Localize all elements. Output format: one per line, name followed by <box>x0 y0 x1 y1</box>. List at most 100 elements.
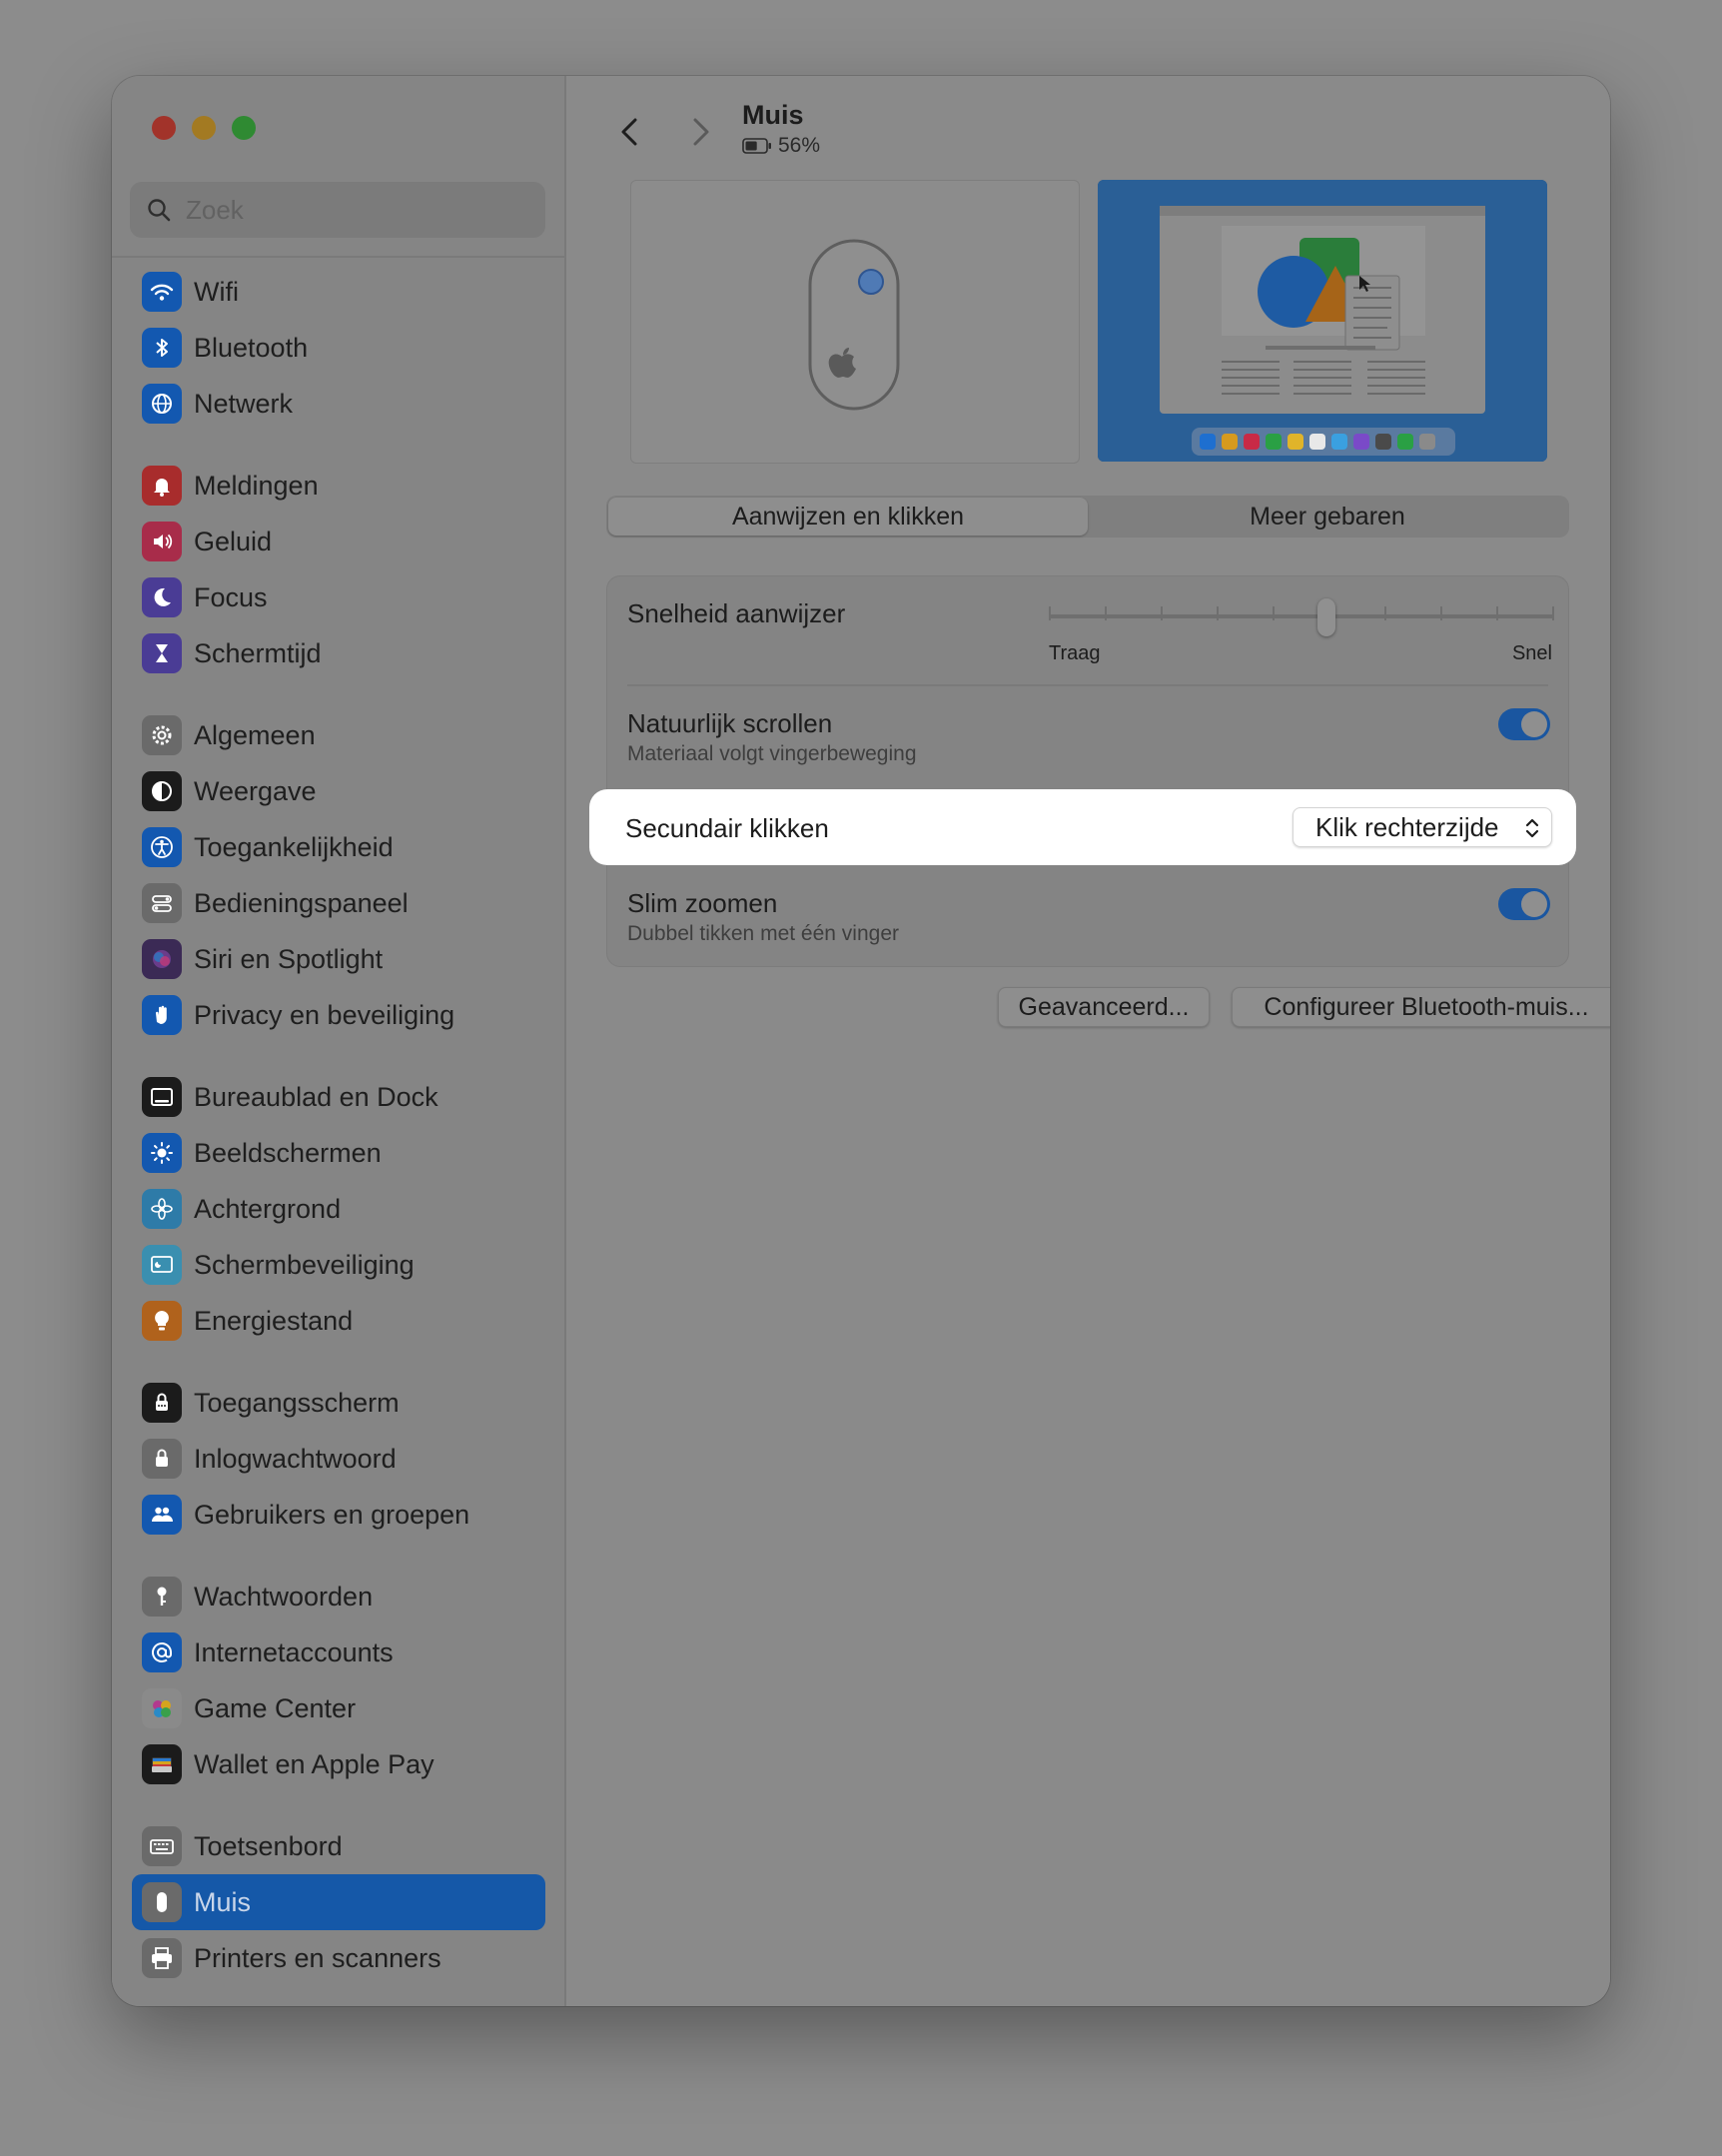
globe-icon <box>142 384 182 424</box>
sidebar-item-wallet-en-apple-pay[interactable]: Wallet en Apple Pay <box>132 1736 545 1792</box>
gesture-preview <box>1098 180 1547 462</box>
sidebar-item-wifi[interactable]: Wifi <box>132 264 545 320</box>
forward-chevron-icon[interactable] <box>680 112 720 152</box>
sidebar-item-label: Geluid <box>194 526 273 556</box>
sidebar-item-bureaublad-en-dock[interactable]: Bureaublad en Dock <box>132 1069 545 1125</box>
sidebar-item-algemeen[interactable]: Algemeen <box>132 707 545 763</box>
sidebar-item-label: Weergave <box>194 775 317 806</box>
sidebar-item-focus[interactable]: Focus <box>132 569 545 625</box>
lightbulb-icon <box>142 1301 182 1341</box>
pointer-speed-slider[interactable] <box>1317 598 1336 636</box>
sidebar-section-gap <box>132 1543 545 1569</box>
sidebar-item-printers-en-scanners[interactable]: Printers en scanners <box>132 1930 545 1986</box>
sidebar-item-wachtwoorden[interactable]: Wachtwoorden <box>132 1569 545 1624</box>
sidebar-item-energiestand[interactable]: Energiestand <box>132 1293 545 1349</box>
sidebar-item-muis[interactable]: Muis <box>132 1874 545 1930</box>
sidebar-item-bluetooth[interactable]: Bluetooth <box>132 320 545 376</box>
sidebar-item-bedieningspaneel[interactable]: Bedieningspaneel <box>132 875 545 931</box>
sidebar-item-toegangsscherm[interactable]: Toegangsscherm <box>132 1375 545 1431</box>
sidebar-item-label: Schermbeveiliging <box>194 1249 415 1280</box>
sidebar-item-label: Bureaublad en Dock <box>194 1081 438 1112</box>
game-center-icon <box>142 1688 182 1728</box>
smart-zoom-toggle[interactable] <box>1498 888 1550 920</box>
close-button[interactable] <box>152 116 176 140</box>
battery-percentage: 56% <box>778 134 821 157</box>
lock-icon <box>142 1439 182 1479</box>
sidebar-item-schermbeveiliging[interactable]: Schermbeveiliging <box>132 1237 545 1293</box>
bluetooth-icon <box>142 328 182 368</box>
tab-more-gestures[interactable]: Meer gebaren <box>1088 498 1567 536</box>
sidebar-item-label: Bedieningspaneel <box>194 887 409 918</box>
sidebar-item-gebruikers-en-groepen[interactable]: Gebruikers en groepen <box>132 1487 545 1543</box>
slider-max-label: Snel <box>1511 642 1552 664</box>
control-center-icon <box>142 883 182 923</box>
advanced-button[interactable]: Geavanceerd... <box>998 987 1210 1027</box>
search-divider <box>112 256 564 258</box>
slider-min-label: Traag <box>1049 642 1101 664</box>
sidebar-item-weergave[interactable]: Weergave <box>132 763 545 819</box>
sidebar-item-game-center[interactable]: Game Center <box>132 1680 545 1736</box>
wifi-icon <box>142 272 182 312</box>
sidebar-section-gap <box>132 681 545 707</box>
sidebar-item-label: Toegankelijkheid <box>194 831 394 862</box>
sidebar-item-internetaccounts[interactable]: Internetaccounts <box>132 1624 545 1680</box>
sidebar-item-toegankelijkheid[interactable]: Toegankelijkheid <box>132 819 545 875</box>
sidebar-item-beeldschermen[interactable]: Beeldschermen <box>132 1125 545 1181</box>
sidebar-item-label: Focus <box>194 581 268 612</box>
tab-point-and-click[interactable]: Aanwijzen en klikken <box>608 498 1088 536</box>
row-divider <box>627 684 1548 686</box>
sidebar-item-netwerk[interactable]: Netwerk <box>132 376 545 432</box>
sidebar-item-privacy-en-beveiliging[interactable]: Privacy en beveiliging <box>132 987 545 1043</box>
sidebar-item-meldingen[interactable]: Meldingen <box>132 458 545 514</box>
slider-tick <box>1049 606 1051 620</box>
search-field[interactable] <box>130 182 545 238</box>
sidebar-item-label: Wifi <box>194 276 239 307</box>
sun-icon <box>142 1133 182 1173</box>
printer-icon <box>142 1938 182 1978</box>
zoom-button[interactable] <box>232 116 256 140</box>
slider-tick <box>1440 606 1442 620</box>
key-icon <box>142 1577 182 1617</box>
sidebar-item-label: Achtergrond <box>194 1193 342 1224</box>
appearance-icon <box>142 771 182 811</box>
sidebar-item-label: Bluetooth <box>194 332 309 363</box>
screensaver-icon <box>142 1245 182 1285</box>
sidebar-item-label: Inlogwachtwoord <box>194 1443 397 1474</box>
sidebar-item-label: Wachtwoorden <box>194 1581 374 1612</box>
settings-group: Snelheid aanwijzer Traag Snel Natuurlijk… <box>606 575 1569 967</box>
secondary-click-popup[interactable]: Klik rechterzijde <box>1292 807 1552 847</box>
sidebar-item-inlogwachtwoord[interactable]: Inlogwachtwoord <box>132 1431 545 1487</box>
battery-status: 56% <box>742 134 820 158</box>
sidebar-item-label: Game Center <box>194 1692 357 1723</box>
keyboard-icon <box>142 1826 182 1866</box>
sidebar: Wifi Bluetooth Netwerk Meldingen Geluid Focus… <box>112 76 566 2006</box>
natural-scroll-label: Natuurlijk scrollen <box>627 708 833 738</box>
sidebar-item-label: Internetaccounts <box>194 1636 394 1667</box>
slider-tick <box>1161 606 1163 620</box>
wallet-icon <box>142 1744 182 1784</box>
secondary-click-row: Secundair klikken Klik rechterzijde <box>589 789 1576 865</box>
natural-scroll-toggle[interactable] <box>1498 708 1550 740</box>
secondary-click-label: Secundair klikken <box>625 813 829 843</box>
sidebar-item-siri-en-spotlight[interactable]: Siri en Spotlight <box>132 931 545 987</box>
battery-icon <box>742 138 771 154</box>
slider-tick <box>1496 606 1498 620</box>
hand-icon <box>142 995 182 1035</box>
smart-zoom-description: Dubbel tikken met één vinger <box>627 922 899 945</box>
sidebar-item-geluid[interactable]: Geluid <box>132 514 545 569</box>
slider-tick <box>1273 606 1275 620</box>
configure-bluetooth-mouse-button[interactable]: Configureer Bluetooth-muis... <box>1232 987 1610 1027</box>
search-input[interactable] <box>184 193 517 227</box>
sidebar-item-schermtijd[interactable]: Schermtijd <box>132 625 545 681</box>
sidebar-item-achtergrond[interactable]: Achtergrond <box>132 1181 545 1237</box>
search-icon <box>148 199 171 222</box>
minimize-button[interactable] <box>192 116 216 140</box>
secondary-click-value: Klik rechterzijde <box>1315 811 1499 842</box>
slider-tick <box>1105 606 1107 620</box>
sidebar-item-toetsenbord[interactable]: Toetsenbord <box>132 1818 545 1874</box>
mouse-icon <box>808 239 900 411</box>
sidebar-item-label: Muis <box>194 1886 252 1917</box>
back-chevron-icon[interactable] <box>610 112 650 152</box>
sidebar-item-label: Toetsenbord <box>194 1830 343 1861</box>
sidebar-section-gap <box>132 1792 545 1818</box>
